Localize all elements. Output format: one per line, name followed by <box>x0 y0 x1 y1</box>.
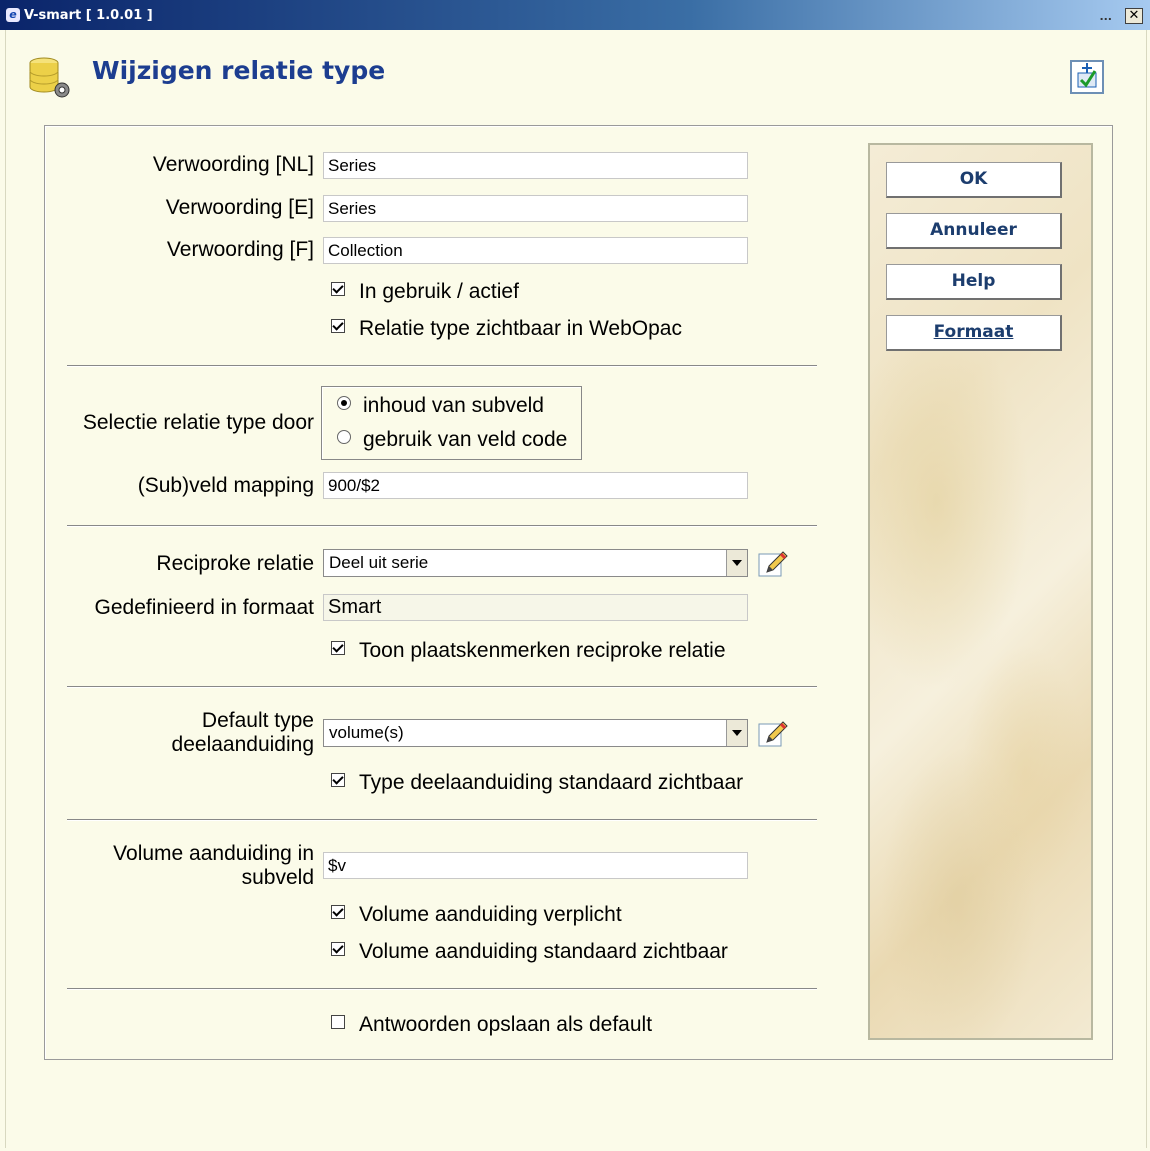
volume-verplicht-label: Volume aanduiding verplicht <box>359 903 622 926</box>
checkbox-box[interactable] <box>331 641 345 655</box>
checkbox-box[interactable] <box>331 282 345 296</box>
pencil-edit-icon[interactable] <box>757 718 789 750</box>
volume-zichtbaar-checkbox[interactable]: Volume aanduiding standaard zichtbaar <box>331 940 728 964</box>
database-settings-icon <box>29 57 70 98</box>
selectie-label: Selectie relatie type door <box>82 411 314 434</box>
volume-subveld-input[interactable]: $v <box>323 852 748 879</box>
volume-zichtbaar-label: Volume aanduiding standaard zichtbaar <box>359 940 728 963</box>
gedefinieerd-formaat-field: Smart <box>323 594 748 621</box>
gedefinieerd-formaat-label: Gedefinieerd in formaat <box>94 596 314 619</box>
radio-dot[interactable] <box>337 396 351 410</box>
divider <box>67 365 817 367</box>
default-type-select[interactable]: volume(s) <box>323 719 748 747</box>
reciproke-relatie-select[interactable]: Deel uit serie <box>323 549 748 577</box>
verwoording-f-input[interactable]: Collection <box>323 237 748 264</box>
radio-inhoud-subveld[interactable]: inhoud van subveld <box>337 394 544 418</box>
in-gebruik-checkbox[interactable]: In gebruik / actief <box>331 280 519 304</box>
radio-gebruik-veldcode-label: gebruik van veld code <box>363 428 568 451</box>
zichtbaar-webopac-label: Relatie type zichtbaar in WebOpac <box>359 317 682 340</box>
divider <box>67 988 817 990</box>
toon-plaatskenmerken-label: Toon plaatskenmerken reciproke relatie <box>359 639 726 662</box>
divider <box>67 525 817 527</box>
volume-subveld-label: Volume aanduiding in subveld <box>113 842 314 889</box>
pencil-edit-icon[interactable] <box>757 548 789 580</box>
radio-gebruik-veldcode[interactable]: gebruik van veld code <box>337 428 567 452</box>
antwoorden-opslaan-label: Antwoorden opslaan als default <box>359 1013 653 1036</box>
app-icon: e <box>6 8 20 22</box>
type-zichtbaar-checkbox[interactable]: Type deelaanduiding standaard zichtbaar <box>331 771 743 795</box>
checkbox-box[interactable] <box>331 942 345 956</box>
formaat-button[interactable]: Formaat <box>886 315 1062 351</box>
reciproke-relatie-value: Deel uit serie <box>329 553 429 572</box>
verwoording-nl-input[interactable]: Series <box>323 152 748 179</box>
title-bar: e V-smart [ 1.0.01 ] ... ✕ <box>0 0 1150 30</box>
checkbox-box[interactable] <box>331 773 345 787</box>
checkbox-box[interactable] <box>331 1015 345 1029</box>
subveld-mapping-label: (Sub)veld mapping <box>137 474 314 497</box>
volume-verplicht-checkbox[interactable]: Volume aanduiding verplicht <box>331 903 622 927</box>
verwoording-e-input[interactable]: Series <box>323 195 748 222</box>
toon-plaatskenmerken-checkbox[interactable]: Toon plaatskenmerken reciproke relatie <box>331 639 726 663</box>
dropdown-arrow-icon[interactable] <box>726 550 747 576</box>
annuleer-button[interactable]: Annuleer <box>886 213 1062 249</box>
radio-dot[interactable] <box>337 430 351 444</box>
close-button[interactable]: ✕ <box>1125 8 1143 24</box>
reciproke-relatie-label: Reciproke relatie <box>156 552 314 575</box>
divider <box>67 819 817 821</box>
verwoording-e-label: Verwoording [E] <box>165 196 314 219</box>
dropdown-arrow-icon[interactable] <box>726 720 747 746</box>
default-type-label: Default type deelaanduiding <box>171 709 314 756</box>
help-button[interactable]: Help <box>886 264 1062 300</box>
checkbox-box[interactable] <box>331 319 345 333</box>
default-type-value: volume(s) <box>329 723 404 742</box>
in-gebruik-label: In gebruik / actief <box>359 280 519 303</box>
antwoorden-opslaan-checkbox[interactable]: Antwoorden opslaan als default <box>331 1013 652 1037</box>
zichtbaar-webopac-checkbox[interactable]: Relatie type zichtbaar in WebOpac <box>331 317 682 341</box>
type-zichtbaar-label: Type deelaanduiding standaard zichtbaar <box>359 771 744 794</box>
divider <box>67 686 817 688</box>
page-title: Wijzigen relatie type <box>92 56 386 85</box>
minimize-button[interactable]: ... <box>1099 10 1112 23</box>
checkbox-box[interactable] <box>331 905 345 919</box>
verwoording-f-label: Verwoording [F] <box>166 238 314 261</box>
window-title: V-smart [ 1.0.01 ] <box>24 8 153 23</box>
subveld-mapping-input[interactable]: 900/$2 <box>323 472 748 499</box>
ok-button[interactable]: OK <box>886 162 1062 198</box>
context-help-icon[interactable] <box>1069 59 1105 95</box>
verwoording-nl-label: Verwoording [NL] <box>152 153 314 176</box>
radio-inhoud-subveld-label: inhoud van subveld <box>363 394 544 417</box>
